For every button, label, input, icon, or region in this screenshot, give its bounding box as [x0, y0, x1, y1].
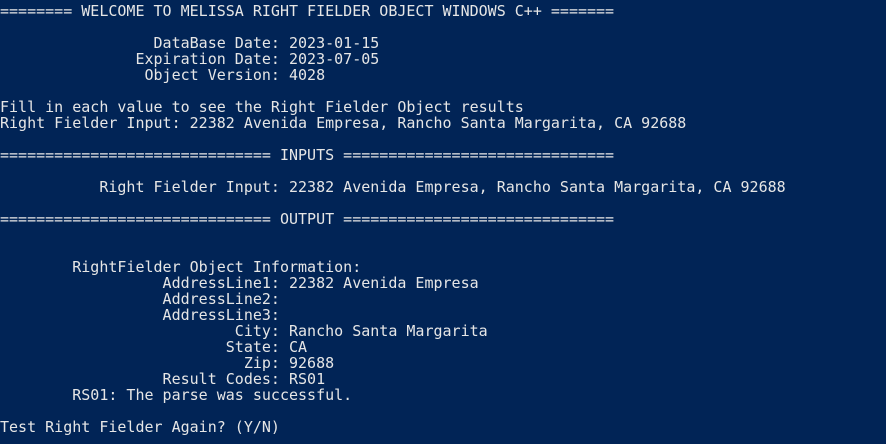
address-line1: AddressLine1: 22382 Avenida Empresa	[0, 274, 479, 292]
database-date: DataBase Date: 2023-01-15	[0, 34, 380, 52]
city-value: City: Rancho Santa Margarita	[0, 322, 488, 340]
input-prompt[interactable]: Right Fielder Input: 22382 Avenida Empre…	[0, 115, 886, 131]
result-codes: Result Codes: RS01	[0, 370, 326, 388]
output-header: ============================== OUTPUT ==…	[0, 210, 615, 228]
instructions-text: Fill in each value to see the Right Fiel…	[0, 98, 524, 116]
text-cursor	[280, 429, 289, 432]
address-line2: AddressLine2:	[0, 290, 280, 308]
repeat-prompt-text: Test Right Fielder Again? (Y/N)	[0, 418, 280, 436]
welcome-banner: ======== WELCOME TO MELISSA RIGHT FIELDE…	[0, 2, 615, 20]
address-line3: AddressLine3:	[0, 306, 280, 324]
result-code-description: RS01: The parse was successful.	[0, 386, 353, 404]
zip-value: Zip: 92688	[0, 354, 335, 372]
object-info-heading: RightFielder Object Information:	[0, 258, 362, 276]
object-version: Object Version: 4028	[0, 66, 326, 84]
state-value: State: CA	[0, 338, 308, 356]
console-window[interactable]: ======== WELCOME TO MELISSA RIGHT FIELDE…	[0, 0, 886, 444]
repeat-prompt[interactable]: Test Right Fielder Again? (Y/N)	[0, 419, 886, 435]
expiration-date: Expiration Date: 2023-07-05	[0, 50, 380, 68]
input-echo: Right Fielder Input: 22382 Avenida Empre…	[0, 178, 786, 196]
inputs-header: ============================== INPUTS ==…	[0, 146, 615, 164]
